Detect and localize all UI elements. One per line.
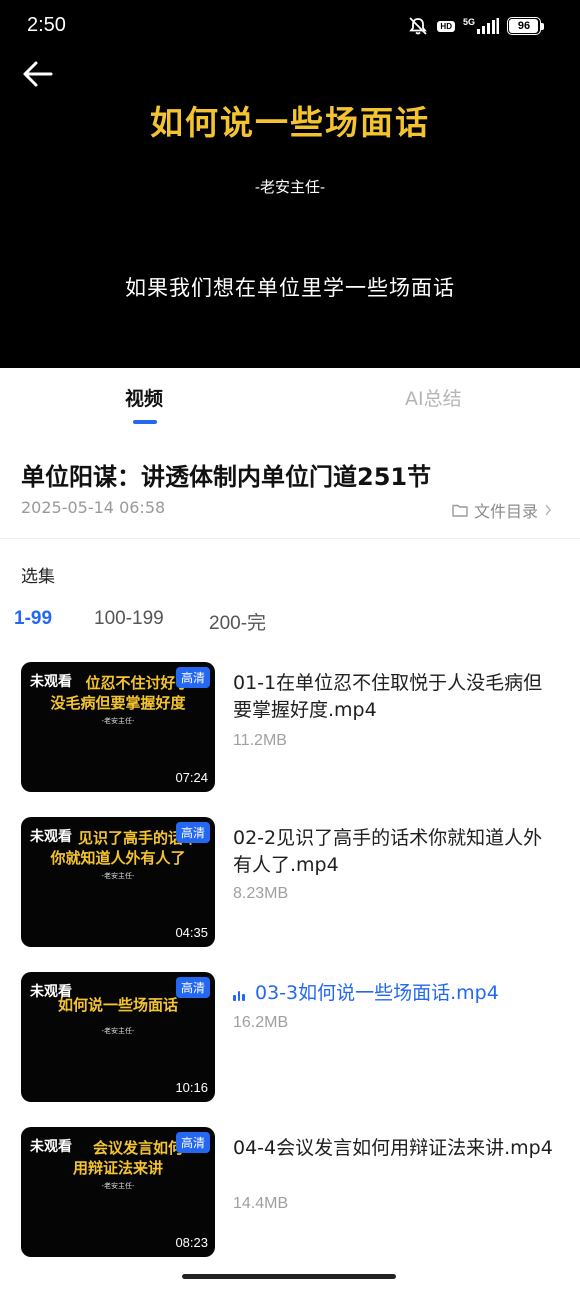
back-button[interactable] (18, 56, 56, 92)
episode-thumbnail: 未观看 高清 位忍不住讨好于 没毛病但要掌握好度 -老安主任- 07:24 (21, 662, 215, 792)
video-player[interactable]: 2:50 HD 5G 96 如何说一些场面话 -老安主任- 如果我们想在单位里学… (0, 0, 580, 368)
unwatched-badge: 未观看 (30, 829, 72, 845)
episode-duration: 04:35 (175, 925, 208, 940)
episode-thumbnail: 未观看 高清 见识了高手的话术 你就知道人外有人了 -老安主任- 04:35 (21, 817, 215, 947)
file-catalog-label: 文件目录 (473, 502, 538, 521)
unwatched-badge: 未观看 (30, 674, 72, 690)
slide-author: -老安主任- (254, 178, 326, 196)
thumbnail-caption-line2: 用辩证法来讲 (72, 1159, 163, 1177)
episode-size: 14.4MB (233, 1195, 289, 1212)
folder-icon (452, 504, 468, 517)
thumbnail-caption-line2: 你就知道人外有人了 (50, 849, 186, 867)
network-label: 5G (462, 17, 475, 27)
file-catalog-link[interactable]: 文件目录 (452, 498, 552, 522)
battery-icon: 96 (507, 17, 544, 35)
tab-ai-summary[interactable]: AI总结 (405, 384, 462, 411)
episode-size: 16.2MB (233, 1014, 289, 1031)
tab-video[interactable]: 视频 (125, 384, 163, 411)
unwatched-badge: 未观看 (30, 984, 72, 1000)
battery-body: 96 (507, 17, 541, 35)
course-date: 2025-05-14 06:58 (21, 498, 166, 517)
status-icons: HD 5G 96 (407, 16, 544, 36)
episode-thumbnail: 未观看 高清 会议发言如何 用辩证法来讲 -老安主任- 08:23 (21, 1127, 215, 1257)
episodes-label: 选集 (21, 567, 55, 587)
thumbnail-author: -老安主任- (101, 717, 135, 725)
chevron-right-icon (545, 504, 551, 516)
course-title: 单位阳谋：讲透体制内单位门道251节 (21, 463, 432, 491)
episode-duration: 08:23 (175, 1235, 208, 1250)
episode-item[interactable]: 未观看 高清 会议发言如何 用辩证法来讲 -老安主任- 08:23 04-4会议… (21, 1127, 561, 1259)
episode-item[interactable]: 未观看 高清 位忍不住讨好于 没毛病但要掌握好度 -老安主任- 07:24 01… (21, 662, 561, 794)
episode-title: 01-1在单位忍不住取悦于人没毛病但要掌握好度.mp4 (233, 672, 543, 721)
quality-badge: 高清 (175, 1132, 210, 1153)
battery-cap (541, 22, 544, 30)
episode-size: 11.2MB (233, 732, 287, 749)
arrow-left-icon (23, 61, 53, 87)
home-indicator[interactable] (182, 1274, 396, 1279)
episode-item-playing[interactable]: 未观看 高清 如何说一些场面话 -老安主任- 10:16 03-3如何说一些场面… (21, 972, 561, 1104)
slide-subtitle: 如果我们想在单位里学一些场面话 (125, 276, 455, 300)
mute-icon (409, 17, 428, 35)
quality-badge: 高清 (175, 667, 210, 688)
unwatched-badge: 未观看 (30, 1139, 72, 1155)
quality-badge: 高清 (175, 977, 210, 998)
tab-active-indicator (133, 420, 157, 424)
section-divider (0, 538, 580, 539)
slide-title: 如何说一些场面话 (150, 103, 430, 142)
episode-duration: 07:24 (175, 770, 208, 785)
episode-item[interactable]: 未观看 高清 见识了高手的话术 你就知道人外有人了 -老安主任- 04:35 0… (21, 817, 561, 949)
thumbnail-author: -老安主任- (101, 872, 135, 880)
content-tabs: 视频 AI总结 (0, 368, 580, 430)
episode-title: 02-2见识了高手的话术你就知道人外有人了.mp4 (233, 827, 543, 876)
quality-badge: 高清 (175, 822, 210, 843)
hd-icon: HD (437, 20, 455, 32)
thumbnail-author: -老安主任- (101, 1182, 135, 1190)
range-tab-1-99[interactable]: 1-99 (14, 608, 52, 630)
status-time: 2:50 (27, 14, 66, 36)
signal-icon: 5G (463, 18, 499, 34)
episode-size: 8.23MB (233, 885, 289, 902)
range-tab-200-end[interactable]: 200-完 (209, 608, 266, 635)
episode-thumbnail: 未观看 高清 如何说一些场面话 -老安主任- 10:16 (21, 972, 215, 1102)
thumbnail-caption-line2: 没毛病但要掌握好度 (50, 694, 186, 712)
episode-title: 03-3如何说一些场面话.mp4 (255, 982, 499, 1004)
thumbnail-author: -老安主任- (101, 1027, 135, 1035)
episode-duration: 10:16 (175, 1080, 208, 1095)
status-bar: 2:50 HD 5G 96 (0, 0, 580, 52)
episode-title: 04-4会议发言如何用辩证法来讲.mp4 (233, 1137, 553, 1159)
range-tab-100-199[interactable]: 100-199 (94, 608, 164, 630)
battery-level: 96 (517, 20, 531, 32)
episode-range-tabs: 1-99 100-199 200-完 (0, 608, 580, 638)
